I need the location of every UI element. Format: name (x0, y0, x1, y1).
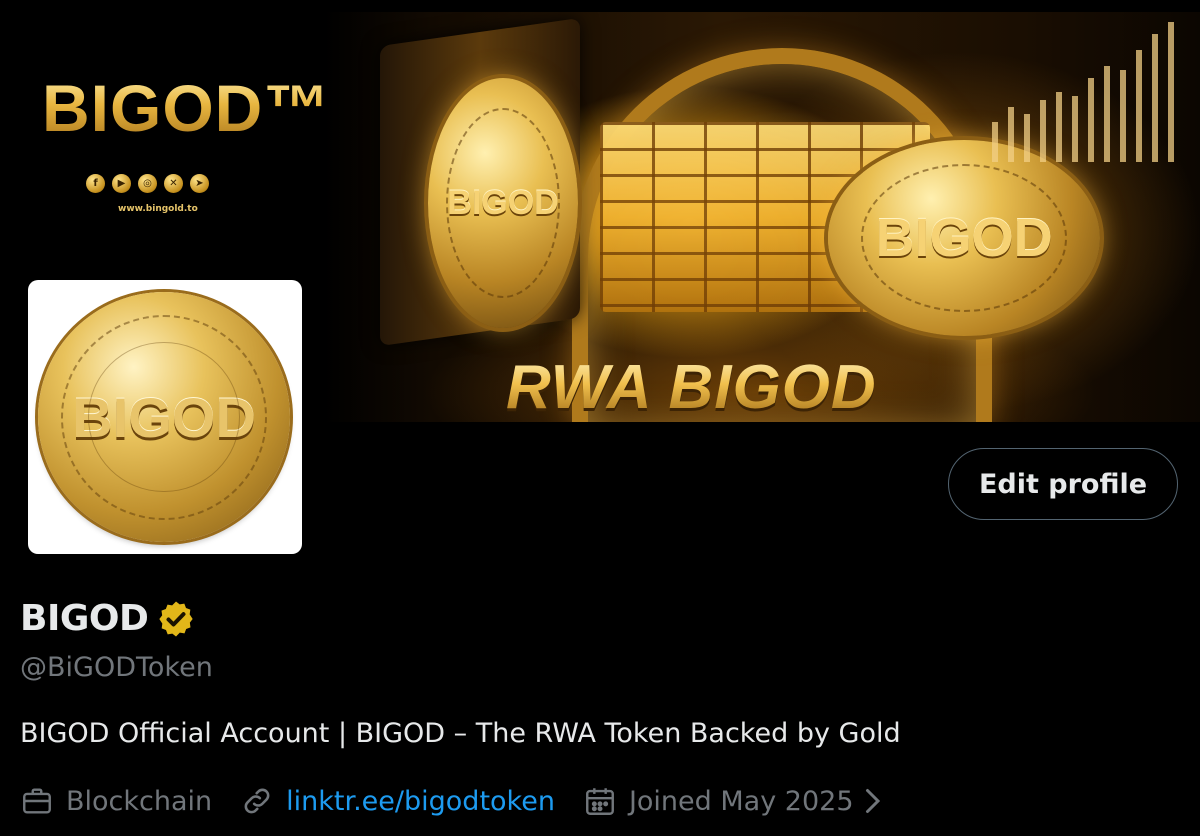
link-item[interactable]: linktr.ee/bigodtoken (240, 784, 555, 818)
profile-handle: @BiGODToken (20, 652, 213, 683)
profile-avatar[interactable]: BIGOD (22, 274, 308, 560)
chevron-right-icon[interactable] (862, 786, 882, 816)
profile-page: BIGOD™ f ▶ ◎ ✕ ➤ www.bingold.to BIGOD BI… (0, 0, 1200, 836)
top-strip (0, 0, 1200, 12)
edit-profile-button[interactable]: Edit profile (948, 448, 1178, 520)
category-text: Blockchain (66, 785, 213, 817)
link-icon (240, 784, 274, 818)
social-icons: f ▶ ◎ ✕ ➤ (86, 174, 209, 193)
joined-text: Joined May 2025 (628, 785, 854, 817)
verified-badge-icon[interactable] (156, 599, 196, 639)
category-item: Blockchain (20, 784, 212, 818)
telegram-icon: ➤ (190, 174, 209, 193)
profile-meta: Blockchain linktr.ee/bigodtoken Joined M… (20, 784, 910, 818)
facebook-icon: f (86, 174, 105, 193)
avatar-image: BIGOD (28, 280, 302, 554)
banner-headline: RWA BIGOD (506, 353, 877, 422)
briefcase-icon (20, 784, 54, 818)
x-icon: ✕ (164, 174, 183, 193)
youtube-icon: ▶ (112, 174, 131, 193)
website-text: www.bingold.to (118, 204, 198, 214)
profile-link[interactable]: linktr.ee/bigodtoken (286, 786, 555, 817)
coin-left-image: BIGOD (428, 78, 578, 328)
profile-bio: BIGOD Official Account | BIGOD – The RWA… (20, 718, 901, 749)
coin-right-image: BIGOD (828, 140, 1100, 336)
avatar-coin-text: BIGOD (72, 385, 256, 449)
coin-right-text: BIGOD (875, 208, 1053, 268)
instagram-icon: ◎ (138, 174, 157, 193)
candlestick-decoration (982, 12, 1192, 162)
joined-item[interactable]: Joined May 2025 (583, 784, 882, 818)
brand-logo: BIGOD™ (42, 71, 331, 145)
display-name: BIGOD (20, 598, 149, 639)
avatar-coin: BIGOD (38, 292, 290, 542)
name-row: BIGOD (20, 598, 196, 639)
coin-left-text: BIGOD (447, 183, 559, 222)
calendar-icon (583, 784, 617, 818)
